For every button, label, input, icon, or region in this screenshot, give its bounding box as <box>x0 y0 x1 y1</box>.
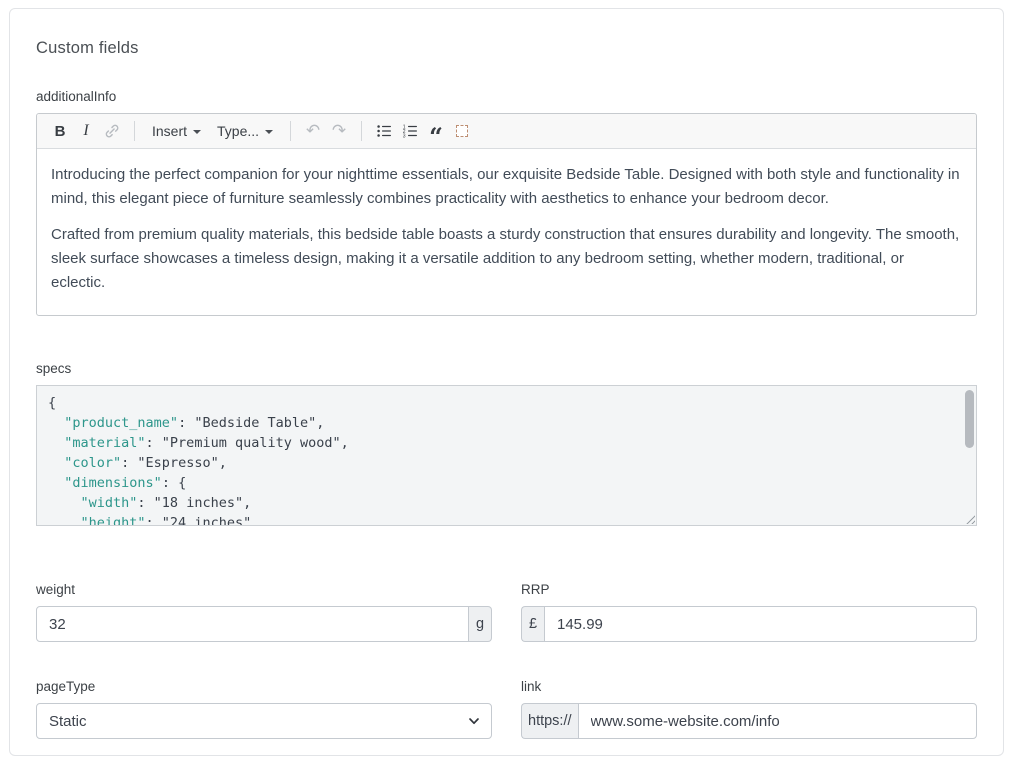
rte-toolbar: B I Insert Type. <box>37 114 976 149</box>
chevron-down-icon <box>193 130 201 134</box>
rrp-field-group: RRP £ <box>521 582 977 642</box>
code-line: "height": "24 inches", <box>48 513 952 526</box>
link-input[interactable] <box>578 703 977 739</box>
svg-text:3: 3 <box>403 133 406 139</box>
pagetype-select[interactable]: Static <box>36 703 492 739</box>
specs-scrollbar[interactable] <box>965 388 974 525</box>
code-line: "material": "Premium quality wood", <box>48 433 952 453</box>
rrp-input[interactable] <box>544 606 977 642</box>
toolbar-divider <box>134 121 135 141</box>
weight-label: weight <box>36 582 492 597</box>
editor-paragraph: Introducing the perfect companion for yo… <box>51 163 962 211</box>
type-dropdown-label: Type... <box>217 123 259 139</box>
link-input-group: https:// <box>521 703 977 739</box>
rrp-label: RRP <box>521 582 977 597</box>
pagetype-field-group: pageType Static <box>36 679 492 739</box>
code-line: "width": "18 inches", <box>48 493 952 513</box>
code-line: "product_name": "Bedside Table", <box>48 413 952 433</box>
pagetype-select-wrap: Static <box>36 703 492 739</box>
link-icon <box>103 122 121 140</box>
numbered-list-icon: 123 <box>401 122 419 140</box>
toolbar-divider <box>290 121 291 141</box>
rrp-input-group: £ <box>521 606 977 642</box>
link-protocol-addon: https:// <box>521 703 578 739</box>
link-label: link <box>521 679 977 694</box>
italic-button[interactable]: I <box>73 118 99 144</box>
dashed-box-icon <box>456 125 468 137</box>
undo-button[interactable]: ↶ <box>300 118 326 144</box>
rte-content-area[interactable]: Introducing the perfect companion for yo… <box>37 149 976 315</box>
pagetype-label: pageType <box>36 679 492 694</box>
insert-dropdown[interactable]: Insert <box>144 118 209 144</box>
specs-code-content: { "product_name": "Bedside Table", "mate… <box>37 386 976 526</box>
redo-icon: ↷ <box>332 121 346 141</box>
scrollbar-thumb[interactable] <box>965 390 974 448</box>
code-line: { <box>48 393 952 413</box>
blockquote-button[interactable]: “ <box>423 118 449 144</box>
numbered-list-button[interactable]: 123 <box>397 118 423 144</box>
link-field-group: link https:// <box>521 679 977 739</box>
weight-field-group: weight g <box>36 582 492 642</box>
weight-unit-addon: g <box>469 606 492 642</box>
code-line: "dimensions": { <box>48 473 952 493</box>
blockquote-icon: “ <box>429 132 443 142</box>
bullet-list-icon <box>375 122 393 140</box>
panel-title: Custom fields <box>36 39 977 58</box>
custom-fields-panel: Custom fields additionalInfo B I <box>9 8 1004 756</box>
specs-code-editor[interactable]: { "product_name": "Bedside Table", "mate… <box>36 385 977 526</box>
field-row-pagetype-link: pageType Static link https:// <box>36 679 977 739</box>
chevron-down-icon <box>265 130 273 134</box>
type-dropdown[interactable]: Type... <box>209 118 281 144</box>
code-line: "color": "Espresso", <box>48 453 952 473</box>
toolbar-divider <box>361 121 362 141</box>
undo-icon: ↶ <box>306 121 320 141</box>
additionalinfo-label: additionalInfo <box>36 89 977 104</box>
rrp-currency-addon: £ <box>521 606 544 642</box>
redo-button[interactable]: ↷ <box>326 118 352 144</box>
weight-input-group: g <box>36 606 492 642</box>
bullet-list-button[interactable] <box>371 118 397 144</box>
bold-button[interactable]: B <box>47 118 73 144</box>
link-button[interactable] <box>99 118 125 144</box>
weight-input[interactable] <box>36 606 469 642</box>
insert-dropdown-label: Insert <box>152 123 187 139</box>
container-block-button[interactable] <box>449 118 475 144</box>
rich-text-editor: B I Insert Type. <box>36 113 977 316</box>
editor-paragraph: Crafted from premium quality materials, … <box>51 223 962 295</box>
field-row-weight-rrp: weight g RRP £ <box>36 582 977 642</box>
specs-label: specs <box>36 361 977 376</box>
